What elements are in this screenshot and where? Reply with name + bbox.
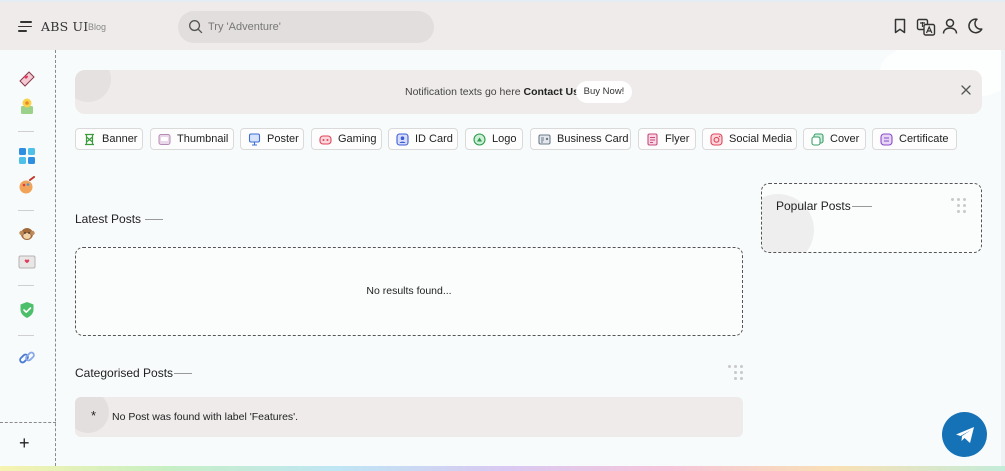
popular-posts-title: Popular Posts xyxy=(776,199,851,213)
sidebar-divider xyxy=(18,285,34,286)
search-input[interactable] xyxy=(208,19,418,35)
sidebar-divider xyxy=(18,131,34,132)
social-media-icon xyxy=(710,133,723,146)
chip-business-card[interactable]: Business Card xyxy=(530,128,631,150)
palette-icon[interactable] xyxy=(17,176,37,196)
title-underline xyxy=(852,206,872,207)
chip-banner[interactable]: Banner xyxy=(75,128,143,150)
notification-text: Notification texts go here xyxy=(405,86,521,98)
chip-thumbnail[interactable]: Thumbnail xyxy=(150,128,234,150)
puzzle-icon[interactable] xyxy=(17,146,37,166)
shield-check-icon[interactable] xyxy=(17,300,37,320)
top-header: ABS UI Blog xyxy=(0,0,1005,50)
banner-icon xyxy=(83,133,96,146)
no-post-message: No Post was found with label 'Features'. xyxy=(112,411,299,423)
heart-card-icon[interactable] xyxy=(17,252,37,272)
cover-icon xyxy=(811,133,824,146)
notification-bar: Notification texts go here Contact Us Bu… xyxy=(75,70,982,114)
flower-icon[interactable] xyxy=(17,96,37,116)
telegram-button[interactable] xyxy=(942,412,987,457)
bookmark-icon[interactable] xyxy=(891,17,911,37)
chip-poster[interactable]: Poster xyxy=(240,128,304,150)
sidebar-bottom-divider xyxy=(0,422,56,423)
chip-label: Poster xyxy=(267,133,299,145)
chip-label: Certificate xyxy=(899,133,949,145)
business-card-icon xyxy=(538,133,551,146)
brand-subtitle: Blog xyxy=(88,22,107,32)
menu-icon[interactable] xyxy=(18,21,32,32)
gaming-icon xyxy=(319,133,332,146)
sidebar-divider xyxy=(18,335,34,336)
chip-label: Cover xyxy=(830,133,860,145)
logo-icon xyxy=(473,133,486,146)
latest-posts-box: No results found... xyxy=(75,247,743,336)
contact-us-link[interactable]: Contact Us xyxy=(523,86,578,98)
no-post-notice: * No Post was found with label 'Features… xyxy=(75,397,743,437)
link-icon[interactable] xyxy=(17,348,37,368)
categorised-posts-title: Categorised Posts xyxy=(75,366,174,380)
chip-gaming[interactable]: Gaming xyxy=(311,128,382,150)
chip-label: Thumbnail xyxy=(177,133,229,145)
page-scrollbar[interactable] xyxy=(1001,50,1005,471)
dark-mode-icon[interactable] xyxy=(966,17,986,37)
chip-id-card[interactable]: ID Card xyxy=(388,128,458,150)
sidebar: + xyxy=(0,50,56,471)
chip-label: Logo xyxy=(492,133,517,145)
heart-mail-icon[interactable] xyxy=(17,68,37,88)
buy-now-button[interactable]: Buy Now! xyxy=(576,81,632,103)
chip-label: Social Media xyxy=(729,133,792,145)
bottom-gradient-bar xyxy=(0,466,1005,471)
chip-label: ID Card xyxy=(415,133,453,145)
chip-cover[interactable]: Cover xyxy=(803,128,866,150)
monkey-icon[interactable] xyxy=(17,224,37,244)
translate-icon[interactable] xyxy=(916,17,936,37)
send-icon xyxy=(956,427,974,443)
thumbnail-icon xyxy=(158,133,171,146)
chip-certificate[interactable]: Certificate xyxy=(872,128,957,150)
no-results-text: No results found... xyxy=(366,285,452,297)
popular-posts-widget: Popular Posts xyxy=(761,183,982,253)
add-icon[interactable]: + xyxy=(19,434,30,452)
profile-icon[interactable] xyxy=(941,17,961,37)
latest-posts-title: Latest Posts xyxy=(75,212,142,226)
certificate-icon xyxy=(880,133,893,146)
chip-flyer[interactable]: Flyer xyxy=(638,128,696,150)
id-card-icon xyxy=(396,133,409,146)
chip-label: Business Card xyxy=(557,133,629,145)
poster-icon xyxy=(248,133,261,146)
chip-logo[interactable]: Logo xyxy=(465,128,523,150)
sidebar-divider xyxy=(18,210,34,211)
notification-decoration xyxy=(75,70,111,102)
search-bar[interactable] xyxy=(178,11,434,43)
notification-message: Notification texts go here Contact Us xyxy=(405,86,579,98)
title-underline xyxy=(145,219,163,220)
close-icon[interactable] xyxy=(960,84,974,98)
title-underline xyxy=(174,373,192,374)
flyer-icon xyxy=(646,133,659,146)
chip-label: Banner xyxy=(102,133,138,145)
brand-name[interactable]: ABS UI xyxy=(41,19,88,34)
chip-social-media[interactable]: Social Media xyxy=(702,128,797,150)
chip-label: Flyer xyxy=(665,133,690,145)
search-icon xyxy=(189,20,203,34)
chip-label: Gaming xyxy=(338,133,377,145)
notice-bullet: * xyxy=(91,408,97,423)
